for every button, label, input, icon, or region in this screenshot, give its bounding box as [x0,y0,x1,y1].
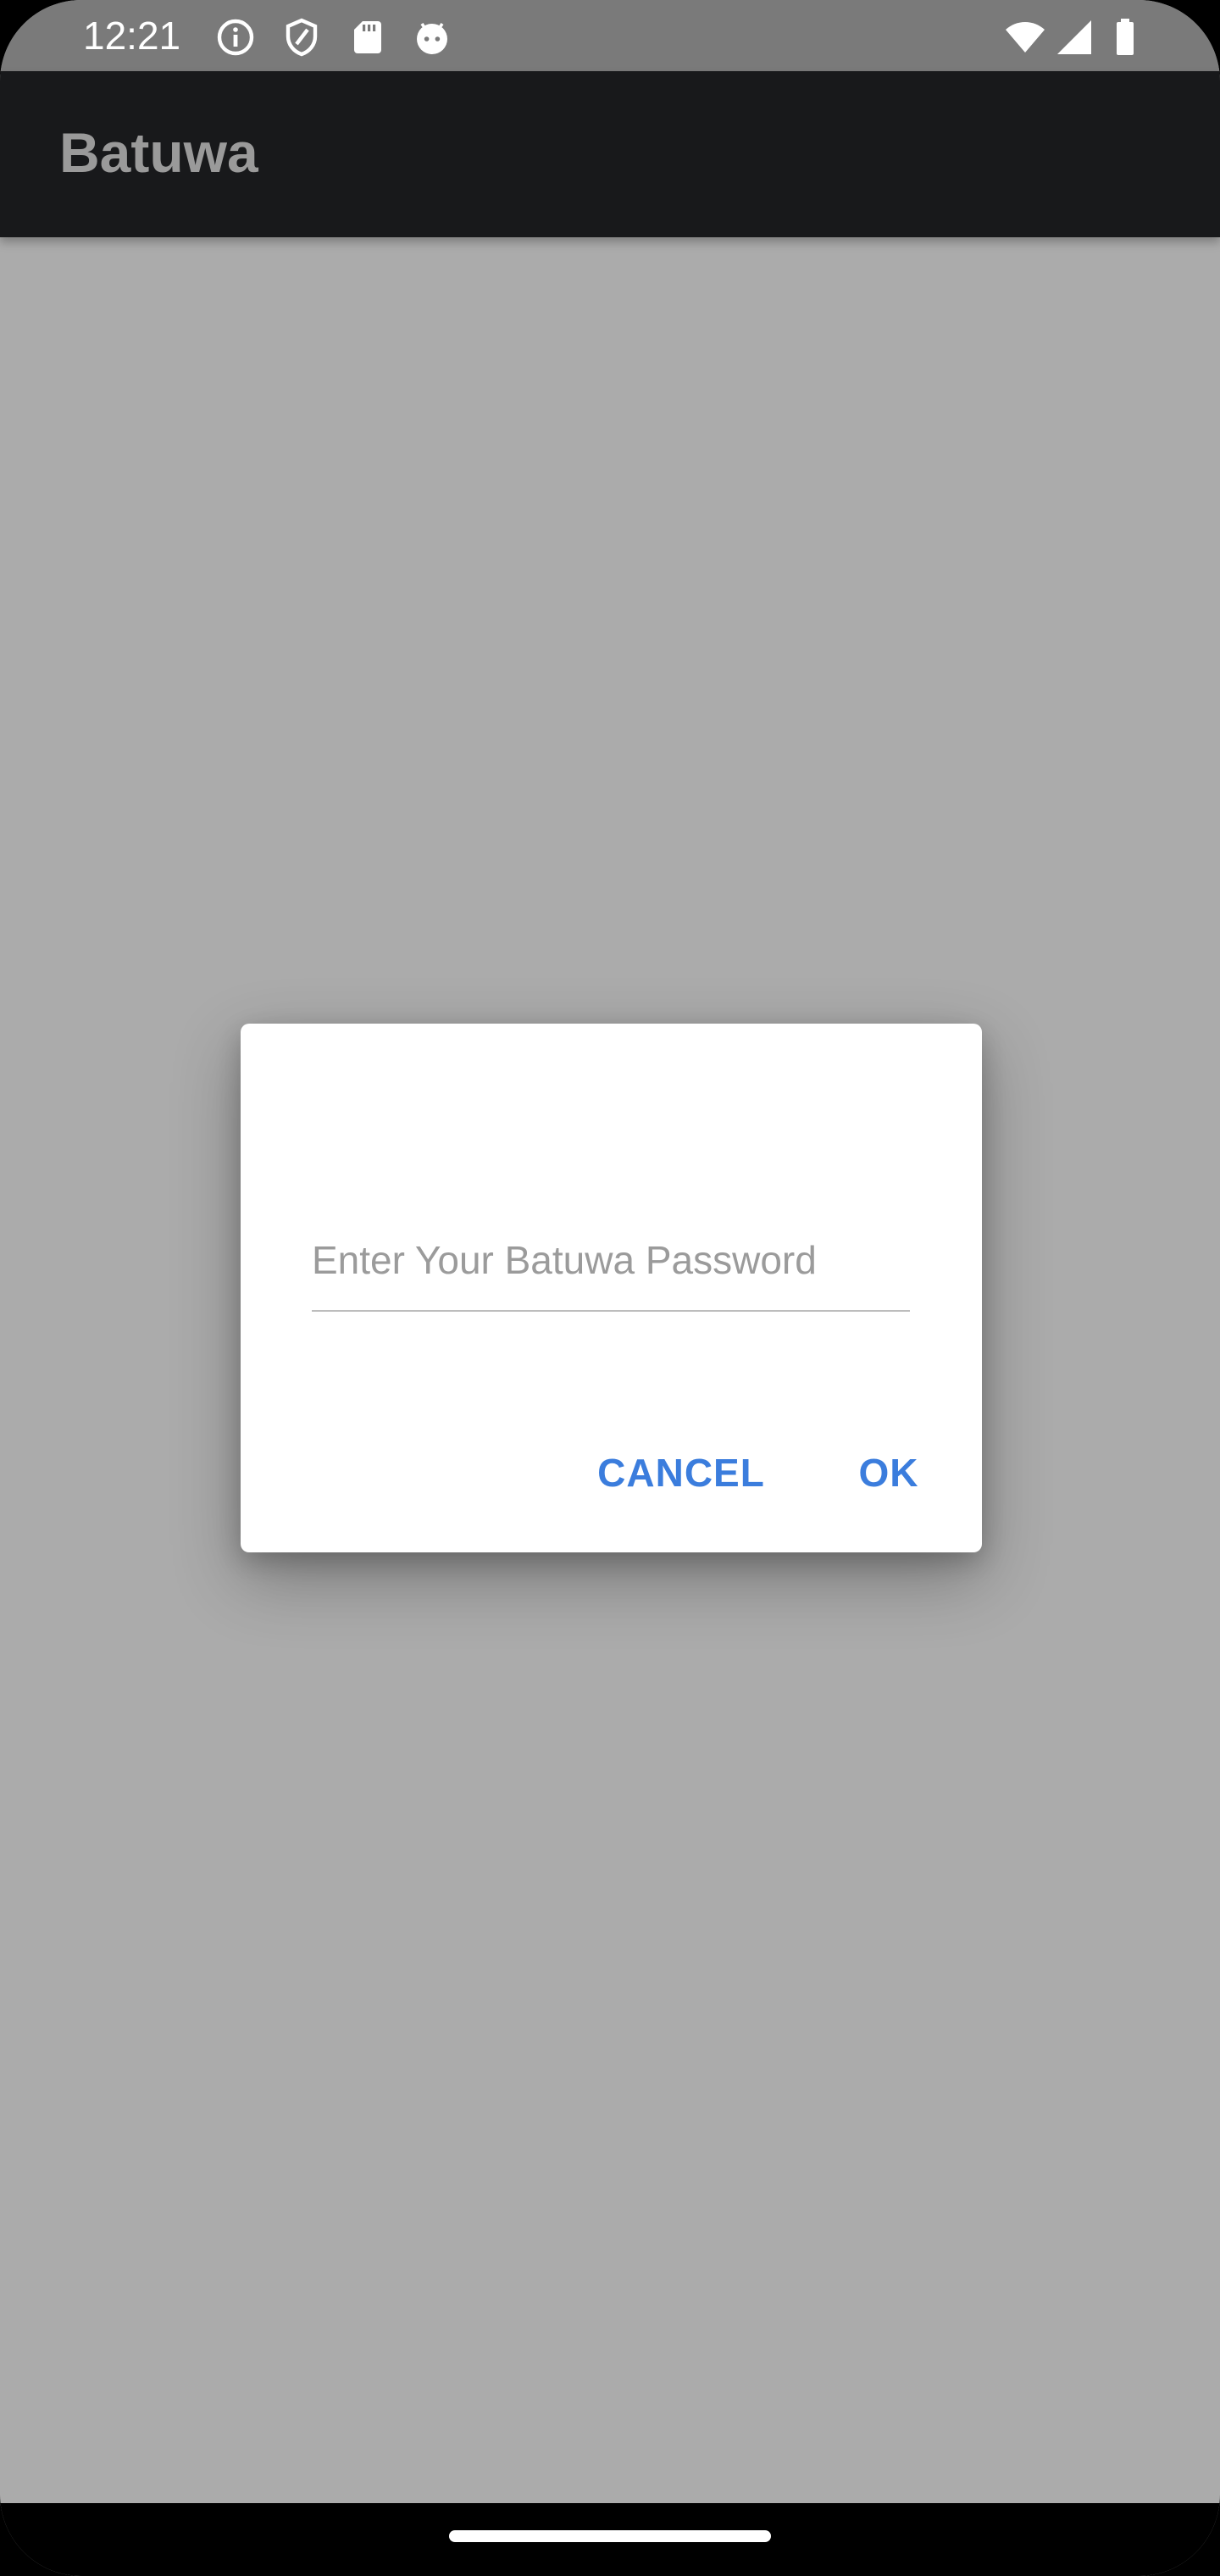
app-bar: Batuwa [0,71,1220,237]
ok-button[interactable]: OK [834,1430,944,1515]
android-icon [412,17,452,58]
password-dialog: CANCEL OK [241,1024,982,1552]
battery-icon [1105,17,1145,58]
password-input[interactable] [312,1229,910,1291]
screen: 12:21 Batuwa CANCEL OK [0,0,1220,2576]
signal-icon [1054,17,1095,58]
password-field [312,1217,910,1312]
info-icon [215,17,256,58]
cancel-button[interactable]: CANCEL [596,1430,766,1515]
navigation-bar [0,2503,1220,2576]
app-title: Batuwa [59,121,258,184]
sd-card-icon [347,17,388,58]
status-time: 12:21 [83,14,181,58]
status-bar: 12:21 [0,0,1220,71]
wifi-icon [1005,17,1045,58]
home-indicator[interactable] [449,2530,771,2542]
shield-icon [281,17,322,58]
